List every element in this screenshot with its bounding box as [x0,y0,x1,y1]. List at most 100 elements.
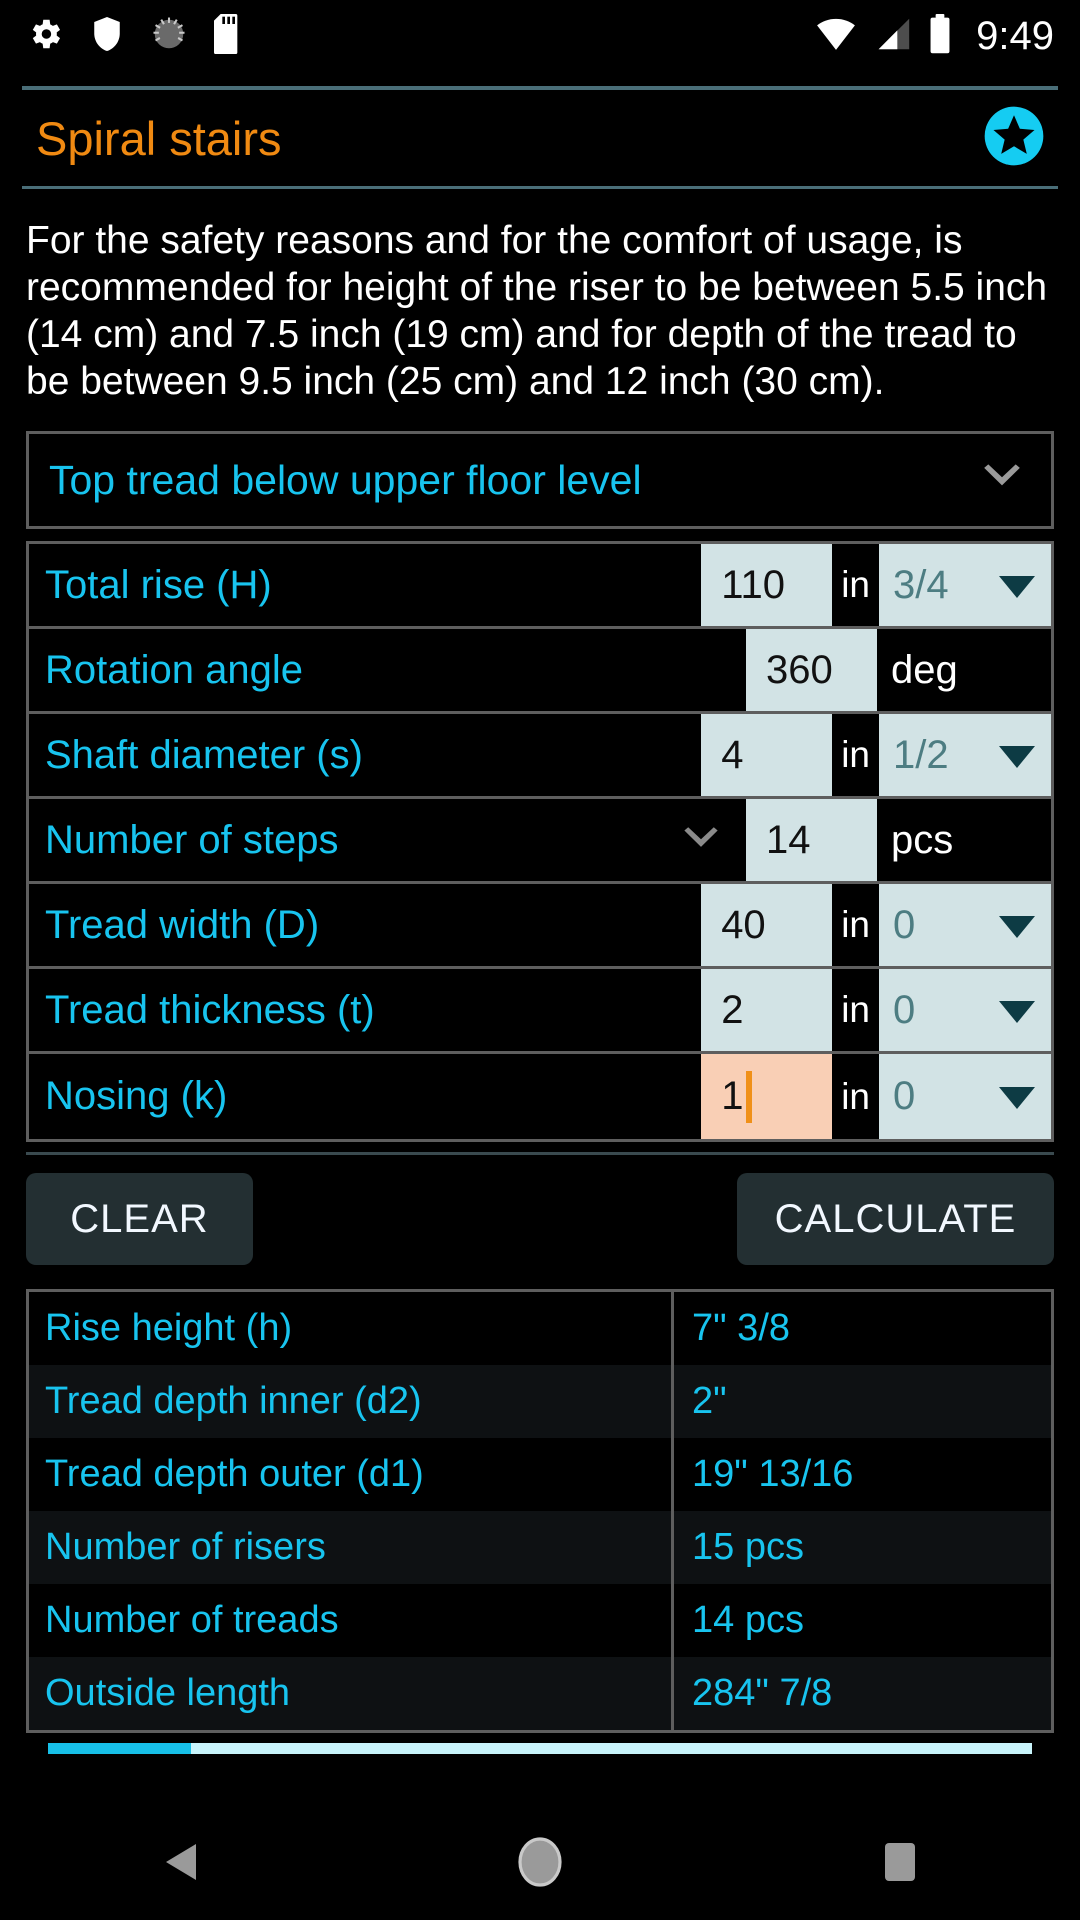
input-label: Tread thickness (t) [29,969,701,1051]
input-value: 40 [721,902,766,947]
input-label: Nosing (k) [29,1054,701,1139]
nav-recents-button[interactable] [800,1842,1000,1886]
input-label: Tread width (D) [29,884,701,966]
calculate-button[interactable]: CALCULATE [737,1173,1054,1265]
input-label-text: Total rise (H) [45,562,272,607]
input-unit: pcs [877,799,1051,881]
battery-icon [928,13,952,59]
input-label: Rotation angle [29,629,746,711]
table-row: Outside length 284" 7/8 [29,1657,1051,1730]
android-navigation-bar [0,1808,1080,1920]
result-value: 284" 7/8 [692,1672,833,1714]
fraction-dropdown-tread-thickness[interactable]: 0 [879,969,1051,1051]
fraction-dropdown-total-rise[interactable]: 3/4 [879,544,1051,626]
app-screen: 9:49 Spiral stairs For the safety reason… [0,0,1080,1920]
input-unit: in [832,884,879,966]
result-label: Tread depth outer (d1) [29,1438,674,1511]
input-field-shaft-diameter[interactable]: 4 [701,714,833,796]
favorite-button[interactable] [982,104,1046,173]
input-value: 4 [721,732,744,777]
wifi-icon [814,16,858,57]
input-value: 110 [721,562,785,607]
table-row: Number of risers 15 pcs [29,1511,1051,1584]
recents-square-icon [885,1842,915,1886]
result-label: Number of risers [29,1511,674,1584]
gear-icon [26,15,64,58]
input-field-tread-thickness[interactable]: 2 [701,969,833,1051]
input-field-nosing[interactable]: 1 [701,1054,833,1139]
input-label-text: Tread width (D) [45,902,320,947]
loading-circle-icon [150,15,188,58]
result-value: 7" 3/8 [692,1307,791,1349]
input-label-text: Shaft diameter (s) [45,732,363,777]
shield-icon [90,15,124,58]
table-row: Tread depth inner (d2) 2" [29,1365,1051,1438]
result-value: 19" 13/16 [692,1453,854,1495]
input-unit: in [832,1054,879,1139]
input-label[interactable]: Number of steps [29,799,746,881]
input-value: 14 [766,817,811,862]
fraction-dropdown-shaft-diameter[interactable]: 1/2 [879,714,1051,796]
selector-value: Top tread below upper floor level [49,456,642,503]
result-label: Tread depth inner (d2) [29,1365,674,1438]
triangle-down-icon [999,903,1035,948]
chevron-down-icon[interactable] [680,826,722,854]
input-row-number-of-steps: Number of steps 14 pcs [29,799,1051,884]
fraction-value: 0 [893,1074,916,1118]
input-value: 2 [721,987,744,1032]
input-field-rotation-angle[interactable]: 360 [746,629,877,711]
input-unit: in [832,544,879,626]
clear-button[interactable]: CLEAR [26,1173,253,1265]
input-row-nosing: Nosing (k) 1 in 0 [29,1054,1051,1139]
sd-card-icon [214,13,244,59]
status-bar-clock: 9:49 [976,13,1054,58]
fraction-value: 1/2 [893,732,949,777]
result-value: 14 pcs [692,1599,804,1641]
action-buttons: CLEAR CALCULATE [0,1155,1080,1265]
status-bar-right-icons: 9:49 [814,13,1054,59]
fraction-dropdown-tread-width[interactable]: 0 [879,884,1051,966]
cellular-signal-icon [872,16,914,57]
table-row: Rise height (h) 7" 3/8 [29,1292,1051,1365]
result-label: Outside length [29,1657,674,1730]
input-row-total-rise: Total rise (H) 110 in 3/4 [29,544,1051,629]
table-row: Tread depth outer (d1) 19" 13/16 [29,1438,1051,1511]
fraction-value: 3/4 [893,562,949,607]
star-icon [982,106,1046,172]
back-triangle-icon [162,1842,198,1887]
triangle-down-icon [999,1074,1035,1119]
input-unit: in [832,969,879,1051]
nav-home-button[interactable] [440,1836,640,1893]
triangle-down-icon [999,988,1035,1033]
input-label-text: Number of steps [45,817,339,862]
horizontal-scrollbar[interactable] [48,1743,1032,1754]
input-row-rotation-angle: Rotation angle 360 deg [29,629,1051,714]
result-label: Rise height (h) [29,1292,674,1365]
text-cursor [746,1070,753,1123]
result-label: Number of treads [29,1584,674,1657]
fraction-dropdown-nosing[interactable]: 0 [879,1054,1051,1139]
input-label: Total rise (H) [29,544,701,626]
page-title: Spiral stairs [36,111,282,165]
nav-back-button[interactable] [80,1842,280,1887]
input-unit: deg [877,629,1051,711]
input-field-total-rise[interactable]: 110 [701,544,833,626]
inputs-table: Total rise (H) 110 in 3/4 Rotation angle… [26,541,1054,1142]
input-label-text: Nosing (k) [45,1074,228,1118]
input-label-text: Tread thickness (t) [45,987,375,1032]
chevron-down-icon [979,463,1025,498]
input-field-tread-width[interactable]: 40 [701,884,833,966]
scrollbar-thumb[interactable] [48,1743,191,1754]
result-value: 2" [692,1380,727,1422]
calculation-type-selector[interactable]: Top tread below upper floor level [26,431,1054,529]
input-row-tread-thickness: Tread thickness (t) 2 in 0 [29,969,1051,1054]
input-row-tread-width: Tread width (D) 40 in 0 [29,884,1051,969]
triangle-down-icon [999,733,1035,778]
result-value: 15 pcs [692,1526,804,1568]
status-bar: 9:49 [0,0,1080,72]
app-header: Spiral stairs [0,90,1080,186]
fraction-value: 0 [893,902,916,947]
input-label: Shaft diameter (s) [29,714,701,796]
input-field-number-of-steps[interactable]: 14 [746,799,877,881]
input-row-shaft-diameter: Shaft diameter (s) 4 in 1/2 [29,714,1051,799]
